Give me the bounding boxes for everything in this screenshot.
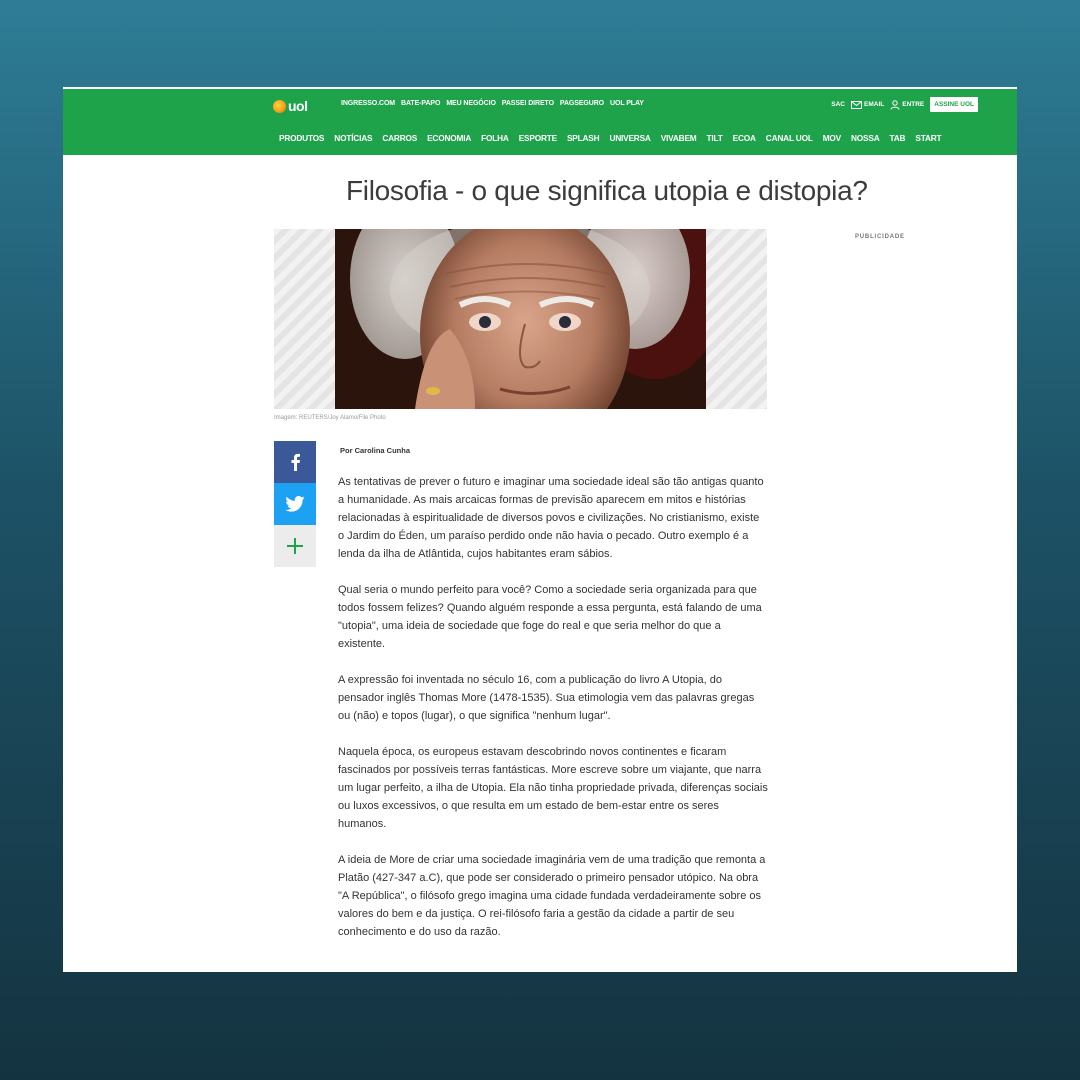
hero-image-frame bbox=[274, 229, 767, 409]
article-title: Filosofia - o que significa utopia e dis… bbox=[346, 175, 868, 206]
hero-photo bbox=[335, 229, 706, 409]
email-link[interactable]: EMAIL bbox=[851, 100, 885, 109]
article-paragraph: As tentativas de prever o futuro e imagi… bbox=[338, 476, 764, 560]
nav-item-folha[interactable]: FOLHA bbox=[481, 133, 509, 143]
header-tools: SAC EMAIL ENTRE ASSINE UOL bbox=[831, 97, 978, 112]
nav-item-mov[interactable]: MOV bbox=[823, 133, 842, 143]
nav-item-produtos[interactable]: PRODUTOS bbox=[279, 133, 324, 143]
nav-item-canal-uol[interactable]: CANAL UOL bbox=[766, 133, 813, 143]
uol-logo-text: uol bbox=[288, 98, 308, 114]
top-link-bate-papo[interactable]: BATE-PAPO bbox=[401, 100, 440, 107]
main-nav: PRODUTOS NOTÍCIAS CARROS ECONOMIA FOLHA … bbox=[279, 133, 942, 143]
login-link[interactable]: ENTRE bbox=[890, 99, 925, 110]
top-links: INGRESSO.COM BATE-PAPO MEU NEGÓCIO PASSE… bbox=[341, 100, 644, 107]
nav-item-carros[interactable]: CARROS bbox=[382, 133, 417, 143]
article-paragraph: A ideia de More de criar uma sociedade i… bbox=[338, 854, 766, 938]
nav-item-splash[interactable]: SPLASH bbox=[567, 133, 600, 143]
top-link-uol-play[interactable]: UOL PLAY bbox=[610, 100, 644, 107]
portrait-illustration bbox=[335, 229, 706, 409]
ad-label: PUBLICIDADE bbox=[855, 234, 905, 240]
image-caption: Imagem: REUTERS/Joy Alamo/File Photo bbox=[274, 415, 386, 421]
share-twitter-button[interactable] bbox=[274, 483, 316, 525]
sac-label: SAC bbox=[831, 101, 845, 108]
nav-item-vivabem[interactable]: VIVABEM bbox=[661, 133, 697, 143]
nav-item-nossa[interactable]: NOSSA bbox=[851, 133, 880, 143]
nav-item-noticias[interactable]: NOTÍCIAS bbox=[334, 133, 372, 143]
article-paragraph: Qual seria o mundo perfeito para você? C… bbox=[338, 584, 762, 650]
twitter-icon bbox=[285, 496, 305, 512]
entre-label: ENTRE bbox=[902, 101, 925, 108]
facebook-icon bbox=[291, 453, 300, 471]
user-icon bbox=[890, 99, 900, 110]
email-label: EMAIL bbox=[864, 101, 885, 108]
sac-link[interactable]: SAC bbox=[831, 101, 845, 108]
site-header: uol INGRESSO.COM BATE-PAPO MEU NEGÓCIO P… bbox=[63, 87, 1017, 155]
uol-logo[interactable]: uol bbox=[273, 98, 308, 114]
top-link-meu-negocio[interactable]: MEU NEGÓCIO bbox=[446, 100, 496, 107]
nav-item-esporte[interactable]: ESPORTE bbox=[519, 133, 557, 143]
share-facebook-button[interactable] bbox=[274, 441, 316, 483]
article-body: As tentativas de prever o futuro e imagi… bbox=[338, 473, 768, 959]
nav-item-tilt[interactable]: TILT bbox=[707, 133, 723, 143]
webpage: uol INGRESSO.COM BATE-PAPO MEU NEGÓCIO P… bbox=[63, 87, 1017, 972]
nav-item-economia[interactable]: ECONOMIA bbox=[427, 133, 471, 143]
envelope-icon bbox=[851, 100, 862, 109]
nav-item-tab[interactable]: TAB bbox=[890, 133, 906, 143]
assine-uol-button[interactable]: ASSINE UOL bbox=[930, 97, 978, 112]
share-bar bbox=[274, 441, 316, 567]
nav-item-start[interactable]: START bbox=[915, 133, 941, 143]
top-link-passei-direto[interactable]: PASSEI DIRETO bbox=[502, 100, 554, 107]
uol-logo-icon bbox=[273, 99, 286, 113]
plus-icon bbox=[287, 538, 303, 554]
article-paragraph: Naquela época, os europeus estavam desco… bbox=[338, 746, 768, 830]
nav-item-universa[interactable]: UNIVERSA bbox=[609, 133, 650, 143]
top-link-ingresso[interactable]: INGRESSO.COM bbox=[341, 100, 395, 107]
share-more-button[interactable] bbox=[274, 525, 316, 567]
article-paragraph: A expressão foi inventada no século 16, … bbox=[338, 674, 755, 722]
top-link-pagseguro[interactable]: PAGSEGURO bbox=[560, 100, 604, 107]
author-byline: Por Carolina Cunha bbox=[340, 446, 411, 455]
nav-item-ecoa[interactable]: ECOA bbox=[733, 133, 756, 143]
